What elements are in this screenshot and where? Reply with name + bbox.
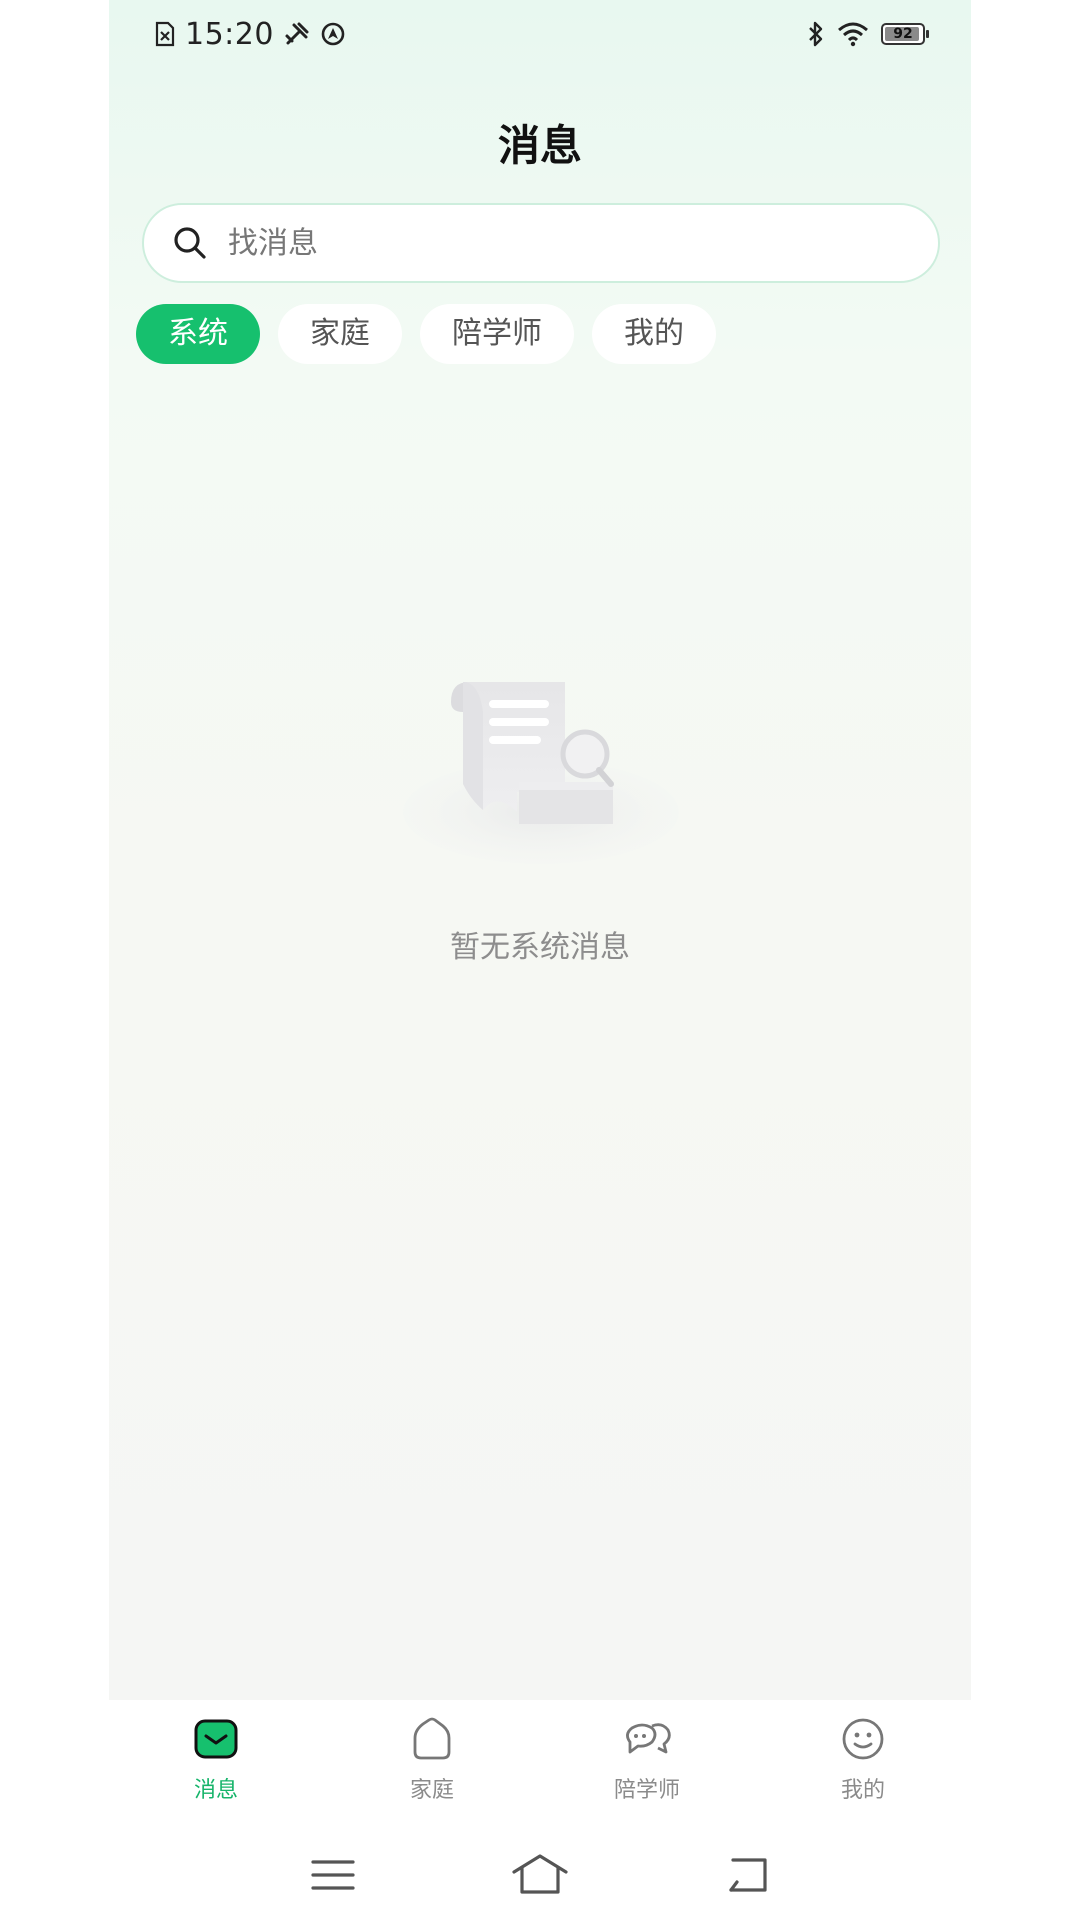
nav-label-tutor: 陪学师: [613, 1778, 680, 1803]
tools-icon: [285, 22, 309, 45]
search-bar[interactable]: [142, 203, 940, 283]
nav-item-home[interactable]: 家庭: [352, 1716, 512, 1816]
nav-label-mine: 我的: [840, 1778, 885, 1803]
tab-system[interactable]: 系统: [136, 304, 260, 364]
category-tabs: 系统 家庭 陪学师 我的: [136, 304, 716, 364]
location-icon: [321, 22, 345, 46]
tab-family[interactable]: 家庭: [278, 304, 402, 364]
nav-label-messages: 消息: [193, 1778, 238, 1803]
bottom-navigation: 消息 家庭 陪学师 我的: [109, 1700, 971, 1820]
tab-tutor[interactable]: 陪学师: [420, 304, 574, 364]
home-icon: [413, 1717, 451, 1760]
search-icon: [174, 227, 206, 259]
empty-state-message: 暂无系统消息: [450, 930, 630, 965]
nav-item-mine[interactable]: 我的: [783, 1716, 943, 1816]
search-input[interactable]: [226, 224, 910, 262]
back-icon[interactable]: [717, 1850, 777, 1900]
tab-mine[interactable]: 我的: [592, 304, 716, 364]
battery-icon: 92: [881, 23, 929, 45]
smile-face-icon: [842, 1718, 884, 1760]
sim-off-icon: [155, 21, 175, 47]
chat-bubbles-icon: [626, 1723, 671, 1754]
status-bar-right: 92: [807, 16, 929, 52]
message-icon: [194, 1719, 238, 1759]
status-time: 15:20: [185, 16, 274, 52]
menu-icon[interactable]: [303, 1850, 363, 1900]
app-screen: 15:20 92 消息 找消息 系统 家庭 陪学师 我的 暂无系统消息 消息 家…: [109, 0, 971, 1920]
nav-item-tutor[interactable]: 陪学师: [567, 1716, 727, 1816]
status-bar: 15:20 92: [109, 0, 971, 70]
empty-document-search-icon: [403, 682, 679, 864]
wifi-icon: [838, 22, 868, 47]
nav-item-messages[interactable]: 消息: [136, 1716, 296, 1816]
status-bar-left: 15:20: [155, 16, 346, 52]
nav-label-home: 家庭: [409, 1778, 454, 1803]
bluetooth-icon: [809, 21, 823, 47]
page-title: 消息: [497, 121, 582, 170]
system-navigation-bar: [109, 1820, 971, 1920]
home-outline-icon[interactable]: [510, 1850, 570, 1900]
battery-level: 92: [893, 26, 913, 42]
